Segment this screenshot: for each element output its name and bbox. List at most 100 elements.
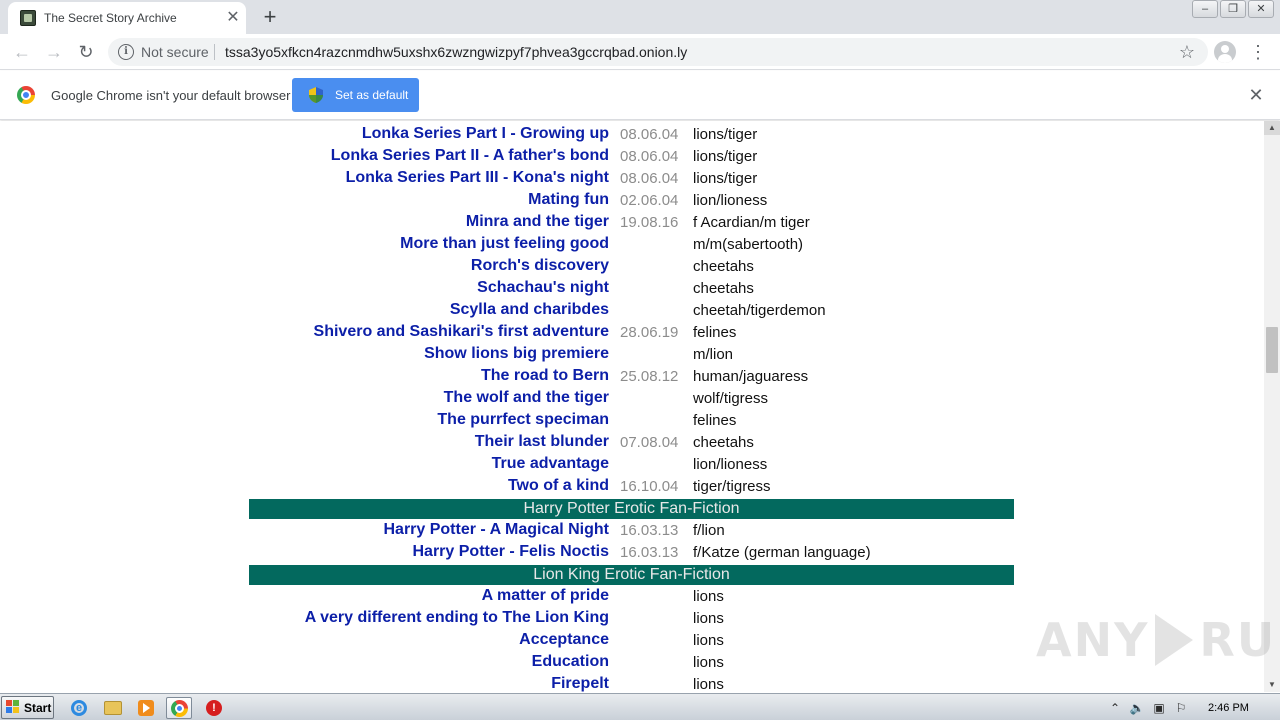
story-title-link[interactable]: Harry Potter - Felis Noctis	[413, 543, 610, 561]
story-title-link[interactable]: Lonka Series Part I - Growing up	[362, 125, 609, 143]
infobar-close-icon[interactable]: ✕	[1245, 84, 1267, 106]
story-title-link[interactable]: Mating fun	[528, 191, 609, 209]
story-title-link[interactable]: Show lions big premiere	[424, 345, 609, 363]
page-content: Lonka Series Part I - Growing up 08.06.04…	[0, 121, 1264, 692]
chrome-logo-icon	[17, 86, 35, 104]
story-title-link[interactable]: Their last blunder	[475, 433, 609, 451]
restore-button[interactable]: ❐	[1220, 0, 1246, 18]
story-date: 02.06.04	[620, 192, 679, 209]
story-title-link[interactable]: Rorch's discovery	[471, 257, 609, 275]
story-title-link[interactable]: Education	[532, 653, 609, 671]
tab-title: The Secret Story Archive	[44, 11, 177, 25]
explorer-taskbar-button[interactable]	[100, 697, 126, 719]
minimize-button[interactable]: –	[1192, 0, 1218, 18]
set-as-default-button[interactable]: Set as default	[292, 78, 419, 112]
story-title-link[interactable]: Acceptance	[519, 631, 609, 649]
address-bar[interactable]: i Not secure tssa3yo5xfkcn4razcnmdhw5uxs…	[108, 38, 1208, 66]
story-title-link[interactable]: Schachau's night	[477, 279, 609, 297]
set-as-default-label: Set as default	[335, 88, 409, 102]
story-row: Show lions big premiere m/lion	[249, 343, 1014, 365]
scroll-down-arrow-icon[interactable]: ▼	[1264, 678, 1280, 692]
story-tags: lion/lioness	[693, 456, 768, 473]
windows-taskbar: Start e ! ⌃ 🔈 ▣ ⚐ 2:46 PM	[0, 693, 1280, 720]
tab-strip: The Secret Story Archive ✕ + – ❐ ✕	[0, 0, 1280, 34]
story-tags: lions	[693, 632, 724, 649]
story-tags: tiger/tigress	[693, 478, 771, 495]
info-icon[interactable]: i	[118, 44, 134, 60]
menu-dots-icon[interactable]: ⋮	[1248, 39, 1268, 65]
story-title-link[interactable]: A very different ending to The Lion King	[305, 609, 609, 627]
story-title-link[interactable]: True advantage	[492, 455, 609, 473]
story-title-link[interactable]: A matter of pride	[482, 587, 609, 605]
windows-flag-icon	[6, 700, 21, 715]
forward-arrow-icon[interactable]: →	[41, 39, 67, 65]
story-row: The road to Bern 25.08.12 human/jaguaress	[249, 365, 1014, 387]
chrome-taskbar-button[interactable]	[166, 697, 192, 719]
section-header-lion-king: Lion King Erotic Fan-Fiction	[249, 565, 1014, 585]
tray-expand-icon[interactable]: ⌃	[1104, 698, 1126, 718]
media-player-taskbar-button[interactable]	[133, 697, 159, 719]
story-row: Minra and the tiger 19.08.16 f Acardian/m …	[249, 211, 1014, 233]
story-title-link[interactable]: Shivero and Sashikari's first adventure	[314, 323, 609, 341]
story-row: Education lions	[249, 651, 1014, 673]
star-icon[interactable]: ☆	[1176, 41, 1198, 63]
story-tags: cheetah/tigerdemon	[693, 302, 826, 319]
story-row: True advantage lion/lioness	[249, 453, 1014, 475]
reload-icon[interactable]: ↻	[73, 39, 99, 65]
story-tags: m/lion	[693, 346, 734, 363]
start-button[interactable]: Start	[1, 696, 54, 719]
action-center-flag-icon[interactable]: ⚐	[1170, 698, 1192, 718]
story-row: Acceptance lions	[249, 629, 1014, 651]
story-title-link[interactable]: More than just feeling good	[400, 235, 609, 253]
story-row: Mating fun 02.06.04 lion/lioness	[249, 189, 1014, 211]
story-title-link[interactable]: Firepelt	[551, 675, 609, 692]
story-title-link[interactable]: The purrfect speciman	[437, 411, 609, 429]
story-row: Lonka Series Part III - Kona's night 08.0…	[249, 167, 1014, 189]
story-tags: human/jaguaress	[693, 368, 809, 385]
network-icon[interactable]: ▣	[1148, 698, 1170, 718]
media-player-icon	[138, 700, 154, 716]
story-row: Their last blunder 07.08.04 cheetahs	[249, 431, 1014, 453]
url-text[interactable]: tssa3yo5xfkcn4razcnmdhw5uxshx6zwzngwizpy…	[225, 44, 687, 60]
page-scrollbar[interactable]: ▲ ▼	[1264, 121, 1280, 692]
avatar-icon[interactable]	[1214, 41, 1236, 63]
story-row: A very different ending to The Lion King…	[249, 607, 1014, 629]
ie-taskbar-button[interactable]: e	[66, 697, 92, 719]
scroll-up-arrow-icon[interactable]: ▲	[1264, 121, 1280, 135]
story-title-link[interactable]: The wolf and the tiger	[444, 389, 609, 407]
tab-close-icon[interactable]: ✕	[224, 9, 242, 27]
section-header-harry-potter: Harry Potter Erotic Fan-Fiction	[249, 499, 1014, 519]
taskbar-clock[interactable]: 2:46 PM	[1208, 702, 1249, 714]
scroll-thumb[interactable]	[1266, 327, 1278, 373]
story-tags: felines	[693, 324, 737, 341]
story-row: Shivero and Sashikari's first adventure 2…	[249, 321, 1014, 343]
story-tags: f/Katze (german language)	[693, 544, 871, 561]
story-title-link[interactable]: Harry Potter - A Magical Night	[383, 521, 609, 539]
story-tags: wolf/tigress	[693, 390, 769, 407]
story-title-link[interactable]: Two of a kind	[508, 477, 609, 495]
story-date: 16.03.13	[620, 544, 679, 561]
story-date: 16.10.04	[620, 478, 679, 495]
antivirus-taskbar-button[interactable]: !	[201, 697, 227, 719]
story-title-link[interactable]: Minra and the tiger	[466, 213, 609, 231]
new-tab-button[interactable]: +	[258, 4, 282, 30]
story-row: Lonka Series Part II - A father's bond 08…	[249, 145, 1014, 167]
story-title-link[interactable]: Lonka Series Part III - Kona's night	[346, 169, 609, 187]
browser-tab[interactable]: The Secret Story Archive ✕	[8, 2, 246, 34]
story-title-link[interactable]: Scylla and charibdes	[450, 301, 609, 319]
volume-icon[interactable]: 🔈	[1126, 698, 1148, 718]
story-date: 16.03.13	[620, 522, 679, 539]
story-title-link[interactable]: Lonka Series Part II - A father's bond	[331, 147, 609, 165]
back-arrow-icon[interactable]: ←	[9, 39, 35, 65]
story-title-link[interactable]: The road to Bern	[481, 367, 609, 385]
story-date: 08.06.04	[620, 126, 679, 143]
window-close-button[interactable]: ✕	[1248, 0, 1274, 18]
security-label[interactable]: Not secure	[141, 44, 209, 60]
story-tags: cheetahs	[693, 280, 754, 297]
story-date: 08.06.04	[620, 170, 679, 187]
default-browser-infobar: Google Chrome isn't your default browser…	[0, 71, 1280, 120]
story-tags: f Acardian/m tiger	[693, 214, 810, 231]
chrome-icon	[170, 699, 188, 717]
story-row: The wolf and the tiger wolf/tigress	[249, 387, 1014, 409]
story-tags: lions	[693, 654, 724, 671]
